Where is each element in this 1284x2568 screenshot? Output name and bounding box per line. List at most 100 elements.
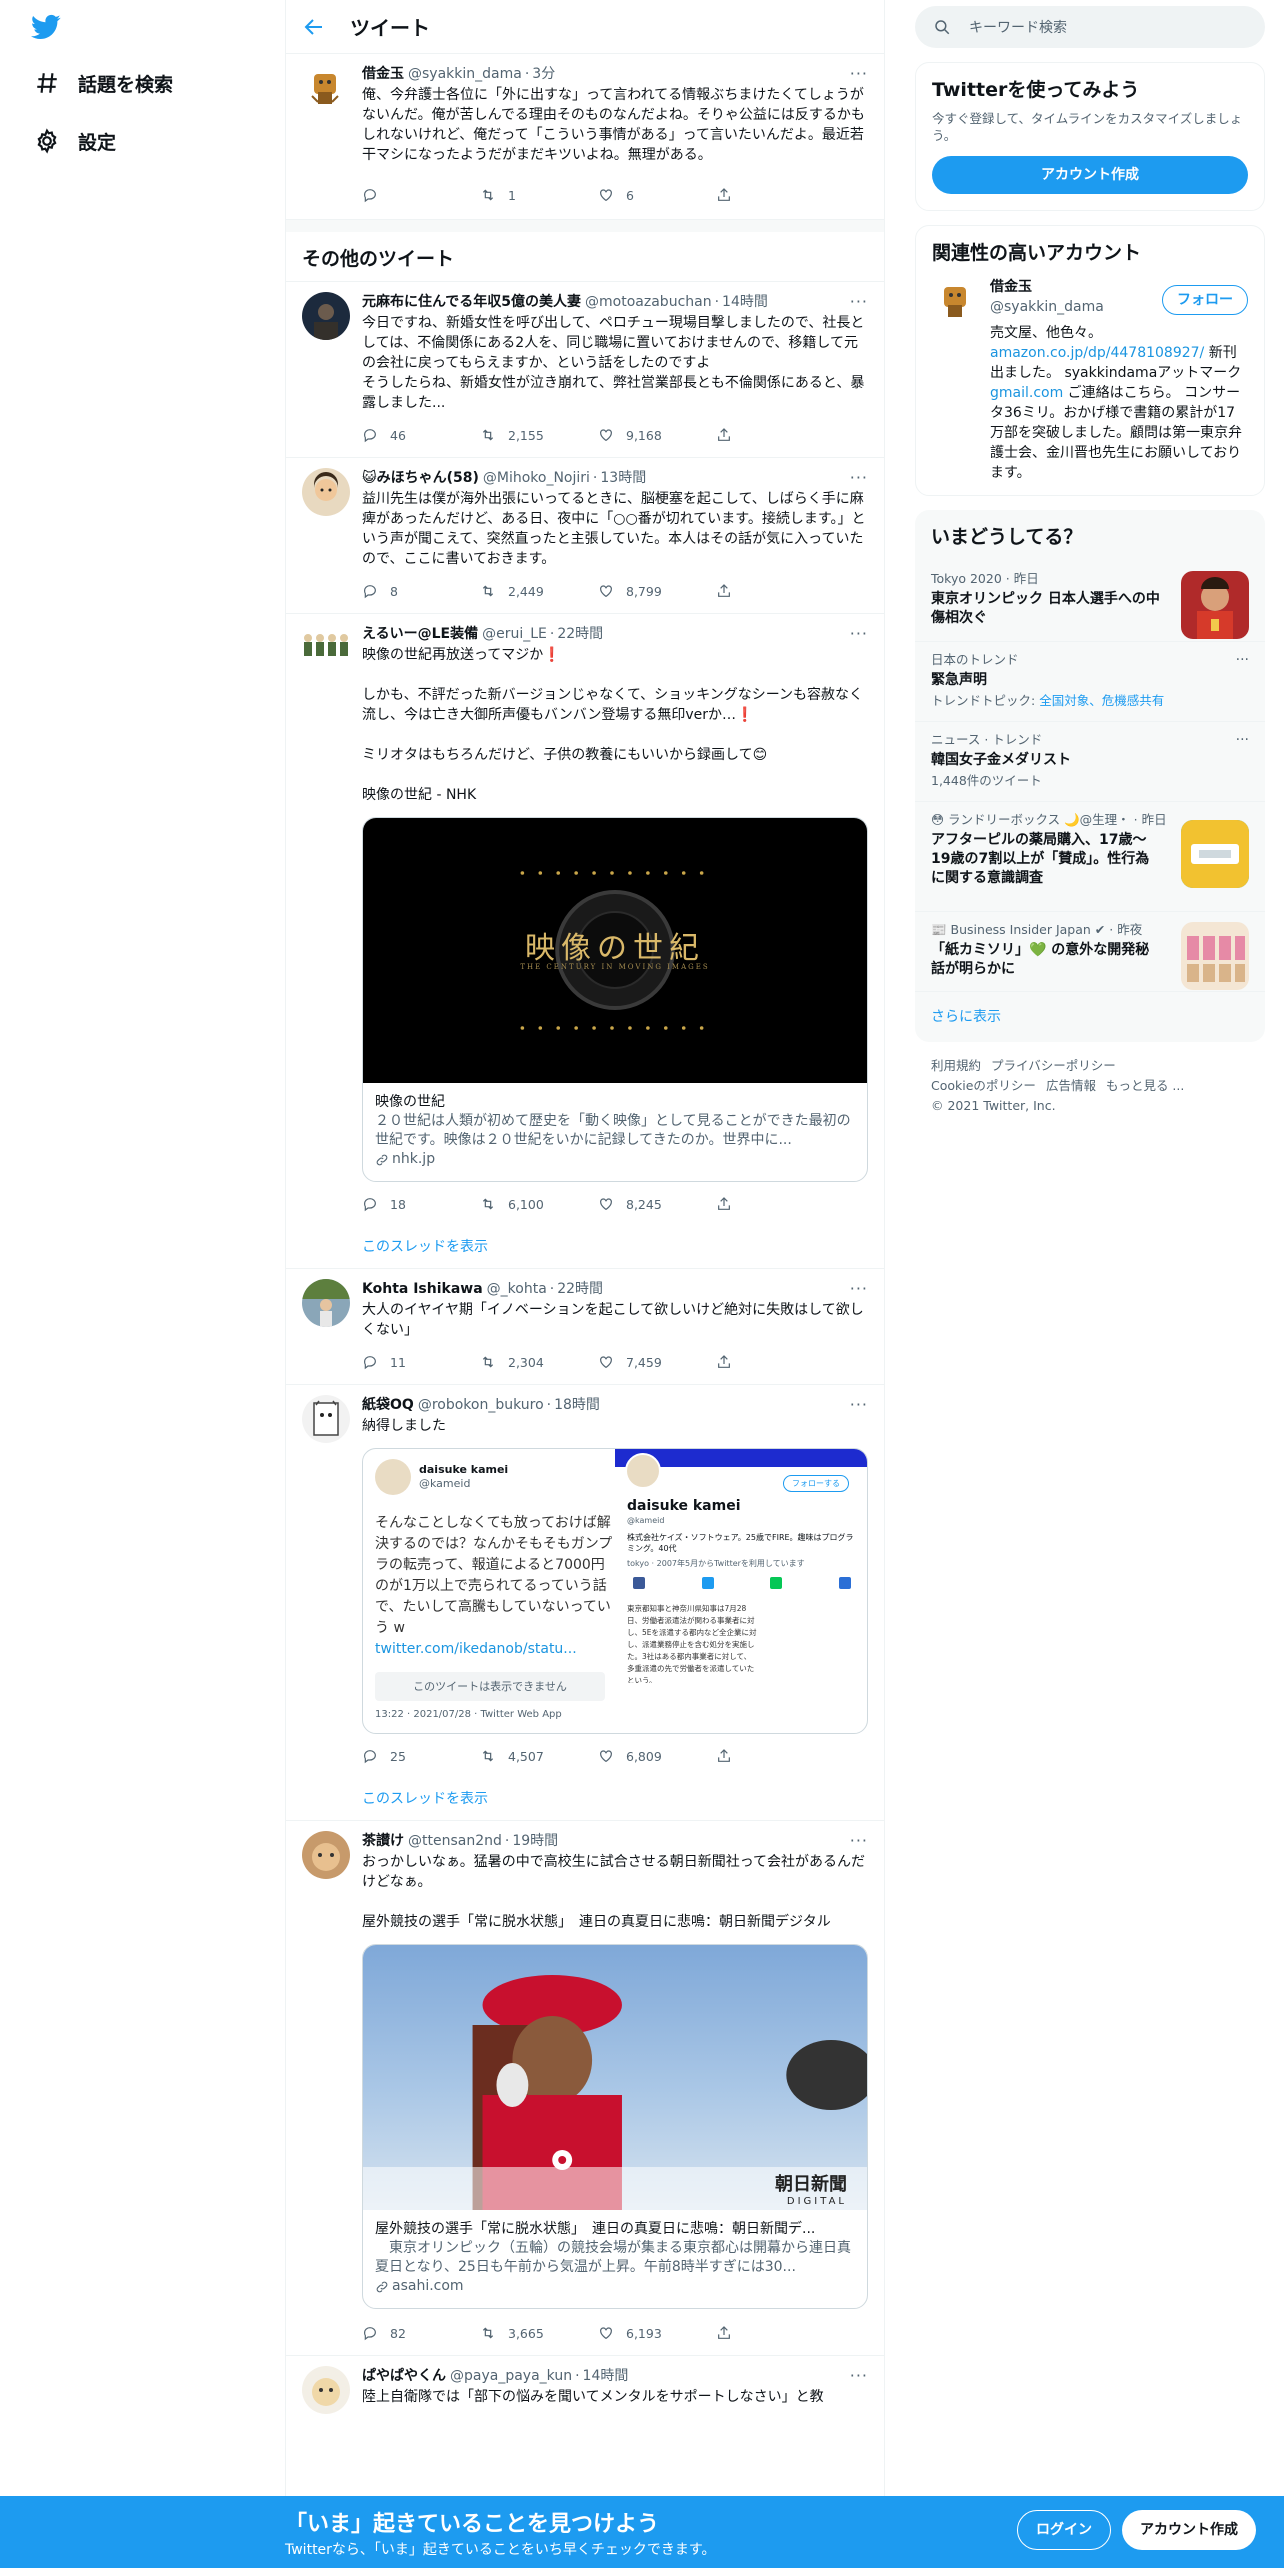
retweet-button[interactable]: 3,665 bbox=[480, 2325, 598, 2341]
nav-settings[interactable]: 設定 bbox=[34, 121, 116, 161]
main-tweet[interactable]: 借金玉 @syakkin_dama · 3分 ··· 俺、今弁護士各位に「外に出… bbox=[286, 54, 884, 220]
avatar[interactable] bbox=[302, 1395, 350, 1443]
more-icon[interactable]: ··· bbox=[840, 292, 868, 312]
footer-link-cookies[interactable]: Cookieのポリシー bbox=[931, 1078, 1036, 1093]
bio-link-amazon[interactable]: amazon.co.jp/dp/4478108927/ bbox=[990, 345, 1204, 361]
login-button[interactable]: ログイン bbox=[1017, 2510, 1111, 2550]
retweet-button[interactable]: 1 bbox=[480, 187, 598, 203]
reply-button[interactable]: 25 bbox=[362, 1748, 480, 1764]
author-name[interactable]: えるいー@LE装備 bbox=[362, 624, 478, 644]
tweet-time[interactable]: 14時間 bbox=[583, 2366, 629, 2386]
more-icon[interactable]: ··· bbox=[840, 468, 868, 488]
author-handle[interactable]: @paya_paya_kun bbox=[450, 2366, 572, 2386]
author-name[interactable]: 元麻布に住んでる年収5億の美人妻 bbox=[362, 292, 581, 312]
reply-button[interactable]: 8 bbox=[362, 583, 480, 599]
tweet-time[interactable]: 18時間 bbox=[554, 1395, 600, 1415]
link-card[interactable]: 映像の世紀 THE CENTURY IN MOVING IMAGES 映像の世紀… bbox=[362, 817, 868, 1182]
retweet-button[interactable]: 6,100 bbox=[480, 1196, 598, 1212]
author-name[interactable]: Kohta Ishikawa bbox=[362, 1279, 483, 1299]
follow-button[interactable]: フォロー bbox=[1162, 285, 1248, 315]
avatar[interactable] bbox=[302, 2366, 350, 2414]
author-handle[interactable]: @Mihoko_Nojiri bbox=[483, 468, 590, 488]
more-icon[interactable]: ··· bbox=[840, 64, 868, 84]
avatar[interactable] bbox=[302, 624, 350, 672]
tweet-time[interactable]: 13時間 bbox=[600, 468, 646, 488]
avatar[interactable] bbox=[302, 292, 350, 340]
like-button[interactable]: 8,245 bbox=[598, 1196, 716, 1212]
author-name[interactable]: 😺みほちゃん(58) bbox=[362, 468, 479, 488]
author-name[interactable]: ぱやぱやくん bbox=[362, 2366, 446, 2386]
show-thread-link[interactable]: このスレッドを表示 bbox=[362, 1236, 868, 1256]
list-item[interactable]: 元麻布に住んでる年収5億の美人妻 @motoazabuchan · 14時間 ··· 今… bbox=[286, 282, 884, 458]
avatar[interactable] bbox=[302, 1831, 350, 1879]
trend-item[interactable]: 😳 ランドリーボックス 🌙@生理・ · 昨日 アフターピルの薬局購入、17歳〜1… bbox=[915, 801, 1265, 911]
link-card[interactable]: 朝日新聞 DIGITAL 屋外競技の選手「常に脱水状態」 連日の真夏日に悲鳴：朝… bbox=[362, 1944, 868, 2309]
tweet-image[interactable]: daisuke kamei @kameid そんなことしなくても放っておけば解決… bbox=[362, 1448, 868, 1734]
list-item[interactable]: ぱやぱやくん @paya_paya_kun · 14時間 ··· 陸上自衛隊では「部下の… bbox=[286, 2356, 884, 2426]
tweet-time[interactable]: 19時間 bbox=[512, 1831, 558, 1851]
avatar[interactable] bbox=[932, 277, 980, 325]
more-icon[interactable]: ··· bbox=[840, 2366, 868, 2386]
reply-button[interactable] bbox=[362, 187, 480, 203]
author-name[interactable]: 茶讃け bbox=[362, 1831, 404, 1851]
avatar[interactable] bbox=[302, 64, 350, 112]
list-item[interactable]: 😺みほちゃん(58) @Mihoko_Nojiri · 13時間 ··· 益川先生は僕が… bbox=[286, 458, 884, 614]
show-more-link[interactable]: さらに表示 bbox=[915, 991, 1265, 1042]
author-handle[interactable]: @robokon_bukuro bbox=[418, 1395, 544, 1415]
reply-button[interactable]: 82 bbox=[362, 2325, 480, 2341]
bio-link-gmail[interactable]: gmail.com bbox=[990, 385, 1063, 401]
retweet-button[interactable]: 2,449 bbox=[480, 583, 598, 599]
like-button[interactable]: 9,168 bbox=[598, 427, 716, 443]
more-icon[interactable]: ··· bbox=[840, 624, 868, 644]
footer-link-ads[interactable]: 広告情報 bbox=[1046, 1078, 1096, 1093]
share-button[interactable] bbox=[716, 1748, 834, 1764]
retweet-button[interactable]: 4,507 bbox=[480, 1748, 598, 1764]
footer-link-privacy[interactable]: プライバシーポリシー bbox=[991, 1058, 1116, 1073]
back-arrow-icon[interactable] bbox=[302, 15, 326, 39]
author-name[interactable]: 紙袋OQ bbox=[362, 1395, 414, 1415]
share-button[interactable] bbox=[716, 583, 834, 599]
reply-button[interactable]: 11 bbox=[362, 1354, 480, 1370]
like-button[interactable]: 7,459 bbox=[598, 1354, 716, 1370]
reply-button[interactable]: 18 bbox=[362, 1196, 480, 1212]
list-item[interactable]: 茶讃け @ttensan2nd · 19時間 ··· おっかしいなぁ。猛暑の中で高校生に… bbox=[286, 1821, 884, 2356]
trend-item[interactable]: 日本のトレンド 緊急声明 トレンドトピック: 全国対象、危機感共有 ··· bbox=[915, 641, 1265, 721]
twitter-logo-icon[interactable] bbox=[28, 12, 64, 42]
tweet-time[interactable]: 22時間 bbox=[557, 1279, 603, 1299]
more-icon[interactable]: ··· bbox=[840, 1831, 868, 1851]
like-button[interactable]: 6 bbox=[598, 187, 716, 203]
list-item[interactable]: Kohta Ishikawa @_kohta · 22時間 ··· 大人のイヤイヤ期「イ… bbox=[286, 1269, 884, 1385]
more-icon[interactable]: ··· bbox=[1236, 732, 1249, 748]
reply-button[interactable]: 46 bbox=[362, 427, 480, 443]
more-icon[interactable]: ··· bbox=[840, 1279, 868, 1299]
author-name[interactable]: 借金玉 bbox=[362, 64, 404, 84]
tweet-time[interactable]: 3分 bbox=[532, 64, 555, 84]
author-handle[interactable]: @erui_LE bbox=[482, 624, 547, 644]
share-button[interactable] bbox=[716, 2325, 834, 2341]
share-button[interactable] bbox=[716, 427, 834, 443]
search-box[interactable]: キーワード検索 bbox=[915, 6, 1265, 48]
like-button[interactable]: 6,809 bbox=[598, 1748, 716, 1764]
more-icon[interactable]: ··· bbox=[1236, 652, 1249, 668]
like-button[interactable]: 8,799 bbox=[598, 583, 716, 599]
nav-explore[interactable]: 話題を検索 bbox=[34, 63, 173, 103]
footer-link-terms[interactable]: 利用規約 bbox=[931, 1058, 981, 1073]
signup-button[interactable]: アカウント作成 bbox=[1122, 2510, 1256, 2550]
author-handle[interactable]: @ttensan2nd bbox=[408, 1831, 502, 1851]
avatar[interactable] bbox=[302, 468, 350, 516]
author-handle[interactable]: @_kohta bbox=[487, 1279, 547, 1299]
author-handle[interactable]: @motoazabuchan bbox=[585, 292, 712, 312]
trend-item[interactable]: ニュース · トレンド 韓国女子金メダリスト 1,448件のツイート ··· bbox=[915, 721, 1265, 801]
author-handle[interactable]: @syakkin_dama bbox=[408, 64, 522, 84]
share-button[interactable] bbox=[716, 187, 834, 203]
trend-item[interactable]: 📰 Business Insider Japan ✔ · 昨夜 「紙カミソリ」💚… bbox=[915, 911, 1265, 991]
retweet-button[interactable]: 2,155 bbox=[480, 427, 598, 443]
create-account-button[interactable]: アカウント作成 bbox=[932, 156, 1248, 194]
retweet-button[interactable]: 2,304 bbox=[480, 1354, 598, 1370]
tweet-time[interactable]: 14時間 bbox=[722, 292, 768, 312]
list-item[interactable]: 紙袋OQ @robokon_bukuro · 18時間 ··· 納得しました daisu… bbox=[286, 1385, 884, 1821]
more-icon[interactable]: ··· bbox=[840, 1395, 868, 1415]
tweet-time[interactable]: 22時間 bbox=[557, 624, 603, 644]
share-button[interactable] bbox=[716, 1196, 834, 1212]
like-button[interactable]: 6,193 bbox=[598, 2325, 716, 2341]
